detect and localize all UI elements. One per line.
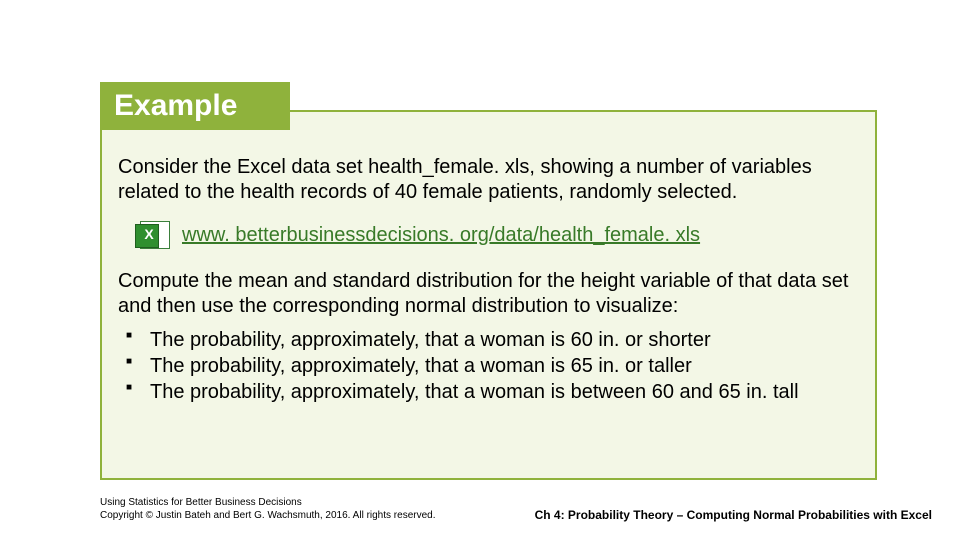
download-link[interactable]: www. betterbusinessdecisions. org/data/h… (182, 223, 700, 248)
footer-left-line1: Using Statistics for Better Business Dec… (100, 496, 436, 509)
paragraph-1: Consider the Excel data set health_femal… (118, 155, 860, 205)
list-item: The probability, approximately, that a w… (122, 379, 860, 405)
excel-icon-glyph: X (138, 224, 160, 246)
slide: Example Consider the Excel data set heal… (0, 0, 960, 540)
download-link-row: X www. betterbusinessdecisions. org/data… (140, 221, 860, 249)
list-item: The probability, approximately, that a w… (122, 353, 860, 379)
example-tab-label: Example (114, 89, 237, 123)
footer-left: Using Statistics for Better Business Dec… (100, 496, 436, 522)
example-tab: Example (100, 82, 290, 130)
excel-icon: X (140, 221, 170, 249)
footer-left-line2: Copyright © Justin Bateh and Bert G. Wac… (100, 509, 436, 522)
bullet-list: The probability, approximately, that a w… (118, 327, 860, 405)
content-body: Consider the Excel data set health_femal… (118, 155, 860, 405)
list-item: The probability, approximately, that a w… (122, 327, 860, 353)
footer-right: Ch 4: Probability Theory – Computing Nor… (535, 508, 932, 522)
paragraph-2: Compute the mean and standard distributi… (118, 269, 860, 319)
